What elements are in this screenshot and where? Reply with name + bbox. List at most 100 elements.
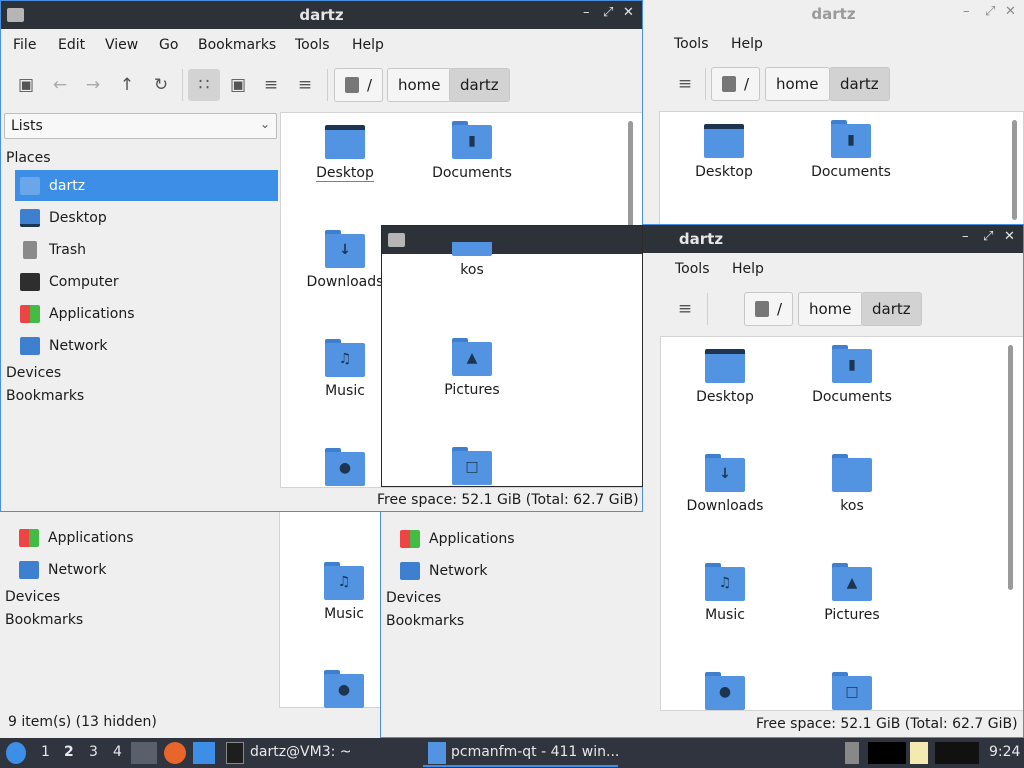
file-item-documents[interactable]: ▮ Documents [412, 121, 532, 181]
sidebar-item-network[interactable]: Network [14, 554, 277, 585]
workspace-1[interactable]: 1 [41, 744, 50, 760]
breadcrumb-root[interactable]: / [744, 292, 794, 326]
devices-header[interactable]: Devices [5, 589, 60, 605]
menu-help[interactable]: Help [732, 261, 764, 277]
menu-go[interactable]: Go [159, 37, 178, 53]
file-item-templates[interactable]: □ [412, 447, 532, 486]
file-item-templates[interactable]: □ [792, 672, 912, 716]
sidebar-item-applications[interactable]: Applications [14, 522, 277, 553]
devices-header[interactable]: Devices [386, 590, 441, 606]
maximize-icon[interactable]: ⤢ [603, 5, 613, 20]
clock[interactable]: 9:24 [989, 744, 1020, 760]
close-icon[interactable]: ✕ [623, 5, 634, 20]
workspace-4[interactable]: 4 [113, 744, 122, 760]
file-view[interactable]: Desktop ▮ Documents [659, 111, 1024, 226]
title-bar[interactable]: dartz – ⤢ ✕ [1, 1, 642, 29]
file-item-desktop[interactable]: Desktop [665, 345, 785, 405]
maximize-icon[interactable]: ⤢ [983, 229, 993, 244]
bookmarks-header[interactable]: Bookmarks [6, 388, 84, 404]
pcmanfm-task[interactable]: pcmanfm-qt - 411 win... [451, 744, 619, 760]
breadcrumb-current[interactable]: dartz [861, 292, 922, 326]
file-item-pictures[interactable]: ▲ Pictures [412, 338, 532, 398]
firefox-icon[interactable] [164, 742, 186, 764]
places-header[interactable]: Places [6, 150, 51, 166]
breadcrumb-root[interactable]: / [334, 68, 384, 102]
file-item-kos[interactable]: kos [792, 454, 912, 514]
breadcrumb-home[interactable]: home [765, 67, 830, 101]
bookmarks-header[interactable]: Bookmarks [386, 613, 464, 629]
title-bar[interactable]: dartz – ⤢ ✕ [643, 0, 1024, 28]
sidebar-item-desktop[interactable]: Desktop [15, 202, 278, 233]
close-icon[interactable]: ✕ [1005, 4, 1016, 19]
sidebar-item-applications[interactable]: Applications [395, 523, 658, 554]
breadcrumb-home[interactable]: home [387, 68, 452, 102]
minimize-icon[interactable]: – [963, 4, 970, 19]
file-view[interactable]: ♫ Music ● [279, 508, 381, 708]
side-pane-mode-select[interactable]: Lists ⌄ [4, 113, 277, 139]
sidebar-item-network[interactable]: Network [15, 330, 278, 361]
workspace-3[interactable]: 3 [89, 744, 98, 760]
file-item-kos[interactable]: kos [412, 242, 532, 278]
applications-icon [20, 304, 40, 323]
file-item-music[interactable]: ♫ Music [665, 563, 785, 623]
documents-folder-icon: ▮ [831, 120, 871, 158]
desktop-launcher-icon[interactable] [193, 742, 215, 764]
file-item-music[interactable]: ♫ Music [284, 562, 381, 622]
bookmarks-header[interactable]: Bookmarks [5, 612, 83, 628]
scrollbar[interactable] [1012, 120, 1017, 220]
detailed-view-icon[interactable]: ≡ [669, 293, 701, 325]
sidebar-item-trash[interactable]: Trash [15, 234, 278, 265]
sidebar-item-applications[interactable]: Applications [15, 298, 278, 329]
file-view[interactable]: Desktop ▮ Documents ↓ Downloads kos ♫ Music… [660, 336, 1023, 711]
menu-bookmarks[interactable]: Bookmarks [198, 37, 276, 53]
menu-tools[interactable]: Tools [674, 36, 709, 52]
sidebar-item-computer[interactable]: Computer [15, 266, 278, 297]
file-manager-launcher-icon[interactable] [131, 742, 157, 764]
menu-help[interactable]: Help [352, 37, 384, 53]
menu-tools[interactable]: Tools [675, 261, 710, 277]
forward-arrow-icon[interactable]: → [77, 69, 109, 101]
sidebar-item-network[interactable]: Network [395, 555, 658, 586]
devices-header[interactable]: Devices [6, 365, 61, 381]
minimize-icon[interactable]: – [583, 5, 590, 20]
tray-area [868, 742, 906, 764]
menu-view[interactable]: View [105, 37, 138, 53]
file-item-pictures[interactable]: ▲ Pictures [792, 563, 912, 623]
menu-tools[interactable]: Tools [295, 37, 330, 53]
clipboard-icon[interactable] [910, 742, 928, 764]
detailed-view-icon[interactable]: ≡ [669, 68, 701, 100]
breadcrumb-current[interactable]: dartz [449, 68, 510, 102]
reload-icon[interactable]: ↻ [145, 69, 177, 101]
compact-view-icon[interactable]: ≡ [255, 69, 287, 101]
back-arrow-icon[interactable]: ← [44, 69, 76, 101]
file-item-desktop[interactable]: Desktop [285, 121, 405, 182]
notification-icon[interactable] [845, 742, 859, 764]
maximize-icon[interactable]: ⤢ [985, 4, 995, 19]
network-tray-icon[interactable] [935, 742, 979, 764]
detailed-view-icon[interactable]: ≡ [289, 69, 321, 101]
file-item-public[interactable]: ● [284, 670, 381, 714]
menu-help[interactable]: Help [731, 36, 763, 52]
breadcrumb-root[interactable]: / [711, 67, 761, 101]
new-tab-icon[interactable]: ▣ [10, 69, 42, 101]
minimize-icon[interactable]: – [962, 229, 969, 244]
file-item-documents[interactable]: ▮ Documents [791, 120, 911, 180]
menu-file[interactable]: File [13, 37, 36, 53]
network-icon [19, 560, 39, 579]
scrollbar[interactable] [1008, 345, 1013, 590]
start-menu-icon[interactable] [6, 742, 26, 764]
file-item-documents[interactable]: ▮ Documents [792, 345, 912, 405]
menu-edit[interactable]: Edit [58, 37, 85, 53]
file-item-downloads[interactable]: ↓ Downloads [665, 454, 785, 514]
sidebar-item-dartz[interactable]: dartz [15, 170, 278, 201]
terminal-task[interactable]: dartz@VM3: ~ [250, 744, 352, 760]
workspace-2[interactable]: 2 [64, 744, 74, 760]
breadcrumb-home[interactable]: home [798, 292, 863, 326]
icon-view-icon[interactable]: ∷ [188, 69, 220, 101]
thumbnail-view-icon[interactable]: ▣ [222, 69, 254, 101]
breadcrumb-current[interactable]: dartz [829, 67, 890, 101]
file-item-public[interactable]: ● [665, 672, 785, 716]
up-arrow-icon[interactable]: ↑ [111, 69, 143, 101]
file-item-desktop[interactable]: Desktop [664, 120, 784, 180]
close-icon[interactable]: ✕ [1004, 229, 1015, 244]
